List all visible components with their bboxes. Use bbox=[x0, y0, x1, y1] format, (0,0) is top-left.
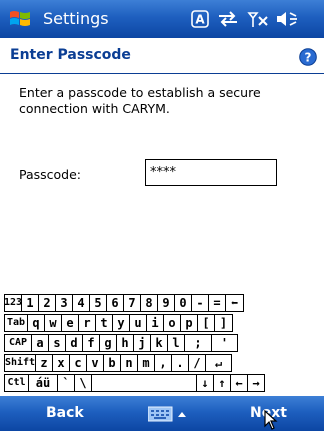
accents-key[interactable]: áü bbox=[28, 374, 58, 392]
connectivity-icon[interactable] bbox=[215, 8, 241, 30]
keyboard-row: Ctl áü ` \ ↓ ↑ ← → bbox=[4, 374, 265, 392]
arrow-left-key[interactable]: ← bbox=[230, 374, 248, 392]
no-signal-icon[interactable] bbox=[246, 8, 270, 30]
key-,[interactable]: , bbox=[154, 354, 172, 372]
windows-start-icon[interactable] bbox=[8, 7, 34, 31]
key-2[interactable]: 2 bbox=[38, 294, 56, 312]
key-a[interactable]: a bbox=[31, 334, 49, 352]
key-j[interactable]: j bbox=[133, 334, 151, 352]
shift-key[interactable]: Shift bbox=[4, 354, 36, 372]
key-p[interactable]: p bbox=[180, 314, 198, 332]
key-g[interactable]: g bbox=[99, 334, 117, 352]
key-=[interactable]: = bbox=[208, 294, 226, 312]
page-header: Enter Passcode ? bbox=[0, 38, 324, 74]
instructions-text: Enter a passcode to establish a secure c… bbox=[19, 85, 261, 116]
key-.[interactable]: . bbox=[171, 354, 189, 372]
key-'[interactable]: ' bbox=[211, 334, 238, 352]
key-c[interactable]: c bbox=[69, 354, 87, 372]
key-][interactable]: ] bbox=[214, 314, 233, 332]
space-bar[interactable] bbox=[91, 374, 197, 392]
arrow-right-key[interactable]: → bbox=[247, 374, 265, 392]
keyboard-row: CAP a s d f g h j k l; ' bbox=[4, 334, 238, 352]
input-mode-icon[interactable]: A bbox=[190, 8, 210, 30]
app-title: Settings bbox=[43, 9, 109, 28]
soft-keyboard: 123 1 2 3 4 5 6 7 8 9 0- = ⬅ Tab q w e r t y u i o p[] CAP a s d f g h… bbox=[4, 294, 320, 394]
key-i[interactable]: i bbox=[146, 314, 164, 332]
key-q[interactable]: q bbox=[27, 314, 45, 332]
keyboard-row: Shift z x c v b n m,. / ↵ bbox=[4, 354, 232, 372]
key-h[interactable]: h bbox=[116, 334, 134, 352]
key-8[interactable]: 8 bbox=[140, 294, 158, 312]
key-[[interactable]: [ bbox=[197, 314, 215, 332]
key-k[interactable]: k bbox=[150, 334, 168, 352]
key-6[interactable]: 6 bbox=[106, 294, 124, 312]
key-v[interactable]: v bbox=[86, 354, 104, 372]
key-e[interactable]: e bbox=[61, 314, 79, 332]
key-b[interactable]: b bbox=[103, 354, 121, 372]
back-button[interactable]: Back bbox=[46, 405, 84, 421]
mouse-pointer-icon bbox=[264, 410, 278, 430]
caps-lock-key[interactable]: CAP bbox=[4, 334, 32, 352]
key-d[interactable]: d bbox=[65, 334, 83, 352]
key-s[interactable]: s bbox=[48, 334, 66, 352]
key-4[interactable]: 4 bbox=[72, 294, 90, 312]
key-u[interactable]: u bbox=[129, 314, 147, 332]
svg-text:?: ? bbox=[305, 51, 312, 65]
key-`[interactable]: ` bbox=[57, 374, 75, 392]
keyboard-row: 123 1 2 3 4 5 6 7 8 9 0- = ⬅ bbox=[4, 294, 244, 312]
numeric-key[interactable]: 123 bbox=[4, 294, 22, 312]
key-\[interactable]: \ bbox=[74, 374, 92, 392]
key-/[interactable]: / bbox=[188, 354, 206, 372]
svg-text:A: A bbox=[195, 13, 205, 27]
help-icon[interactable]: ? bbox=[299, 48, 317, 66]
key-9[interactable]: 9 bbox=[157, 294, 175, 312]
key-m[interactable]: m bbox=[137, 354, 155, 372]
arrow-up-key[interactable]: ↑ bbox=[213, 374, 231, 392]
caret-up-icon bbox=[178, 412, 186, 417]
key--[interactable]: - bbox=[191, 294, 209, 312]
key-o[interactable]: o bbox=[163, 314, 181, 332]
passcode-input[interactable] bbox=[145, 159, 277, 186]
passcode-label: Passcode: bbox=[19, 167, 82, 182]
key-1[interactable]: 1 bbox=[21, 294, 39, 312]
key-l[interactable]: l bbox=[167, 334, 185, 352]
key-y[interactable]: y bbox=[112, 314, 130, 332]
tab-key[interactable]: Tab bbox=[4, 314, 28, 332]
key-w[interactable]: w bbox=[44, 314, 62, 332]
key-z[interactable]: z bbox=[35, 354, 53, 372]
key-t[interactable]: t bbox=[95, 314, 113, 332]
keyboard-row: Tab q w e r t y u i o p[] bbox=[4, 314, 233, 332]
key-5[interactable]: 5 bbox=[89, 294, 107, 312]
speaker-volume-icon[interactable] bbox=[274, 8, 300, 30]
key-f[interactable]: f bbox=[82, 334, 100, 352]
key-r[interactable]: r bbox=[78, 314, 96, 332]
ctrl-key[interactable]: Ctl bbox=[4, 374, 29, 392]
keyboard-icon bbox=[148, 406, 186, 422]
arrow-down-key[interactable]: ↓ bbox=[196, 374, 214, 392]
enter-key[interactable]: ↵ bbox=[205, 354, 232, 372]
key-0[interactable]: 0 bbox=[174, 294, 192, 312]
key-3[interactable]: 3 bbox=[55, 294, 73, 312]
input-panel-toggle[interactable] bbox=[148, 404, 192, 424]
key-n[interactable]: n bbox=[120, 354, 138, 372]
key-7[interactable]: 7 bbox=[123, 294, 141, 312]
backspace-key[interactable]: ⬅ bbox=[225, 294, 244, 312]
key-;[interactable]: ; bbox=[184, 334, 212, 352]
key-x[interactable]: x bbox=[52, 354, 70, 372]
page-title: Enter Passcode bbox=[10, 47, 131, 63]
title-bar: Settings A bbox=[0, 0, 324, 38]
